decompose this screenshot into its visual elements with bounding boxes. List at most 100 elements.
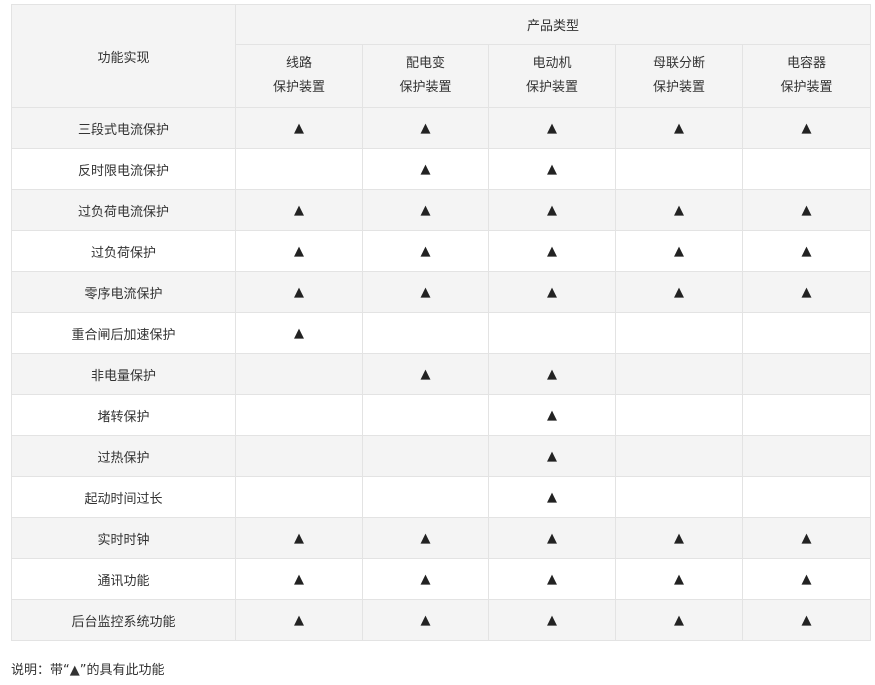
row-label: 堵转保护 bbox=[11, 394, 236, 436]
row-label: 过负荷电流保护 bbox=[11, 189, 236, 231]
triangle-mark-icon: ▲ bbox=[294, 202, 304, 218]
table-cell bbox=[741, 148, 872, 190]
column-header-line1: 配电变 bbox=[405, 56, 445, 71]
table-row: 三段式电流保护 ▲ ▲ ▲ ▲ ▲ bbox=[11, 107, 872, 149]
table-cell: ▲ bbox=[362, 271, 489, 313]
table-cell: ▲ bbox=[615, 271, 743, 313]
triangle-mark-icon: ▲ bbox=[801, 571, 812, 587]
table-cell bbox=[235, 435, 363, 477]
feature-table-container: 功能实现 产品类型 线路 保护装置 配电变 保护装置 电动机 保护装置 母联分断 保护装置 电容… bbox=[11, 4, 872, 641]
triangle-mark-icon: ▲ bbox=[294, 612, 304, 628]
triangle-mark-icon: ▲ bbox=[294, 325, 304, 341]
table-cell: ▲ bbox=[615, 517, 743, 559]
table-row: 非电量保护 ▲ ▲ bbox=[11, 353, 872, 395]
triangle-mark-icon: ▲ bbox=[420, 571, 431, 587]
row-label: 过热保护 bbox=[11, 435, 236, 477]
table-cell bbox=[741, 435, 872, 477]
table-cell: ▲ bbox=[362, 230, 489, 272]
triangle-mark-icon: ▲ bbox=[420, 161, 431, 177]
triangle-mark-icon: ▲ bbox=[294, 530, 304, 546]
triangle-mark-icon: ▲ bbox=[547, 448, 557, 464]
table-cell: ▲ bbox=[235, 271, 363, 313]
column-header-line2: 保护装置 bbox=[399, 80, 452, 95]
column-header-line1: 电容器 bbox=[787, 56, 827, 71]
triangle-mark-icon: ▲ bbox=[801, 612, 812, 628]
table-cell bbox=[362, 312, 489, 354]
table-cell: ▲ bbox=[362, 189, 489, 231]
table-row: 重合闸后加速保护 ▲ bbox=[11, 312, 872, 354]
row-label: 反时限电流保护 bbox=[11, 148, 236, 190]
table-cell: ▲ bbox=[741, 517, 872, 559]
table-cell: ▲ bbox=[488, 558, 616, 600]
product-type-header: 产品类型 bbox=[234, 4, 872, 45]
triangle-mark-icon: ▲ bbox=[674, 120, 684, 136]
triangle-mark-icon: ▲ bbox=[294, 284, 304, 300]
table-cell: ▲ bbox=[362, 353, 489, 395]
table-cell bbox=[615, 148, 743, 190]
table-cell: ▲ bbox=[488, 435, 616, 477]
triangle-mark-icon: ▲ bbox=[801, 530, 812, 546]
table-cell bbox=[615, 476, 743, 518]
triangle-mark-icon: ▲ bbox=[801, 243, 812, 259]
table-cell: ▲ bbox=[235, 558, 363, 600]
table-cell bbox=[615, 312, 743, 354]
row-label: 后台监控系统功能 bbox=[11, 599, 236, 641]
table-cell bbox=[235, 476, 363, 518]
triangle-mark-icon: ▲ bbox=[674, 612, 684, 628]
triangle-mark-icon: ▲ bbox=[547, 612, 557, 628]
triangle-mark-icon: ▲ bbox=[294, 243, 304, 259]
triangle-mark-icon: ▲ bbox=[801, 202, 812, 218]
triangle-mark-icon: ▲ bbox=[801, 120, 812, 136]
table-cell bbox=[362, 435, 489, 477]
table-cell: ▲ bbox=[615, 558, 743, 600]
triangle-mark-icon: ▲ bbox=[547, 284, 557, 300]
column-header-line2: 保护装置 bbox=[525, 80, 578, 95]
triangle-mark-icon: ▲ bbox=[294, 120, 304, 136]
triangle-mark-icon: ▲ bbox=[547, 366, 557, 382]
table-cell: ▲ bbox=[235, 189, 363, 231]
table-cell bbox=[488, 312, 616, 354]
table-cell bbox=[362, 394, 489, 436]
row-label: 通讯功能 bbox=[11, 558, 236, 600]
table-cell bbox=[235, 394, 363, 436]
triangle-mark-icon: ▲ bbox=[420, 202, 431, 218]
table-cell: ▲ bbox=[362, 599, 489, 641]
table-cell: ▲ bbox=[488, 394, 616, 436]
table-cell: ▲ bbox=[615, 230, 743, 272]
table-cell: ▲ bbox=[488, 599, 616, 641]
table-row: 后台监控系统功能 ▲ ▲ ▲ ▲ ▲ bbox=[11, 599, 872, 641]
table-cell: ▲ bbox=[488, 230, 616, 272]
table-cell: ▲ bbox=[362, 148, 489, 190]
triangle-mark-icon: ▲ bbox=[674, 243, 684, 259]
table-row: 起动时间过长 ▲ bbox=[11, 476, 872, 518]
table-cell: ▲ bbox=[362, 517, 489, 559]
corner-header: 功能实现 bbox=[11, 4, 236, 108]
column-header: 线路 保护装置 bbox=[235, 44, 363, 108]
table-row: 堵转保护 ▲ bbox=[11, 394, 872, 436]
table-row: 过负荷保护 ▲ ▲ ▲ ▲ ▲ bbox=[11, 230, 872, 272]
row-label: 实时时钟 bbox=[11, 517, 236, 559]
table-cell: ▲ bbox=[615, 107, 743, 149]
table-cell: ▲ bbox=[488, 189, 616, 231]
column-header-line2: 保护装置 bbox=[780, 80, 833, 95]
triangle-mark-icon: ▲ bbox=[547, 202, 557, 218]
table-cell: ▲ bbox=[362, 558, 489, 600]
table-cell bbox=[235, 353, 363, 395]
table-row: 过热保护 ▲ bbox=[11, 435, 872, 477]
column-header-line1: 电动机 bbox=[532, 56, 572, 71]
triangle-mark-icon: ▲ bbox=[674, 571, 684, 587]
triangle-mark-icon: ▲ bbox=[674, 284, 684, 300]
triangle-mark-icon: ▲ bbox=[420, 612, 431, 628]
row-label: 零序电流保护 bbox=[11, 271, 236, 313]
table-cell bbox=[741, 353, 872, 395]
table-cell: ▲ bbox=[488, 517, 616, 559]
table-cell bbox=[615, 353, 743, 395]
table-row: 通讯功能 ▲ ▲ ▲ ▲ ▲ bbox=[11, 558, 872, 600]
table-cell: ▲ bbox=[741, 599, 872, 641]
triangle-mark-icon: ▲ bbox=[420, 366, 431, 382]
column-header: 电动机 保护装置 bbox=[488, 44, 616, 108]
table-cell: ▲ bbox=[362, 107, 489, 149]
table-row: 零序电流保护 ▲ ▲ ▲ ▲ ▲ bbox=[11, 271, 872, 313]
row-label: 三段式电流保护 bbox=[11, 107, 236, 149]
table-cell bbox=[741, 312, 872, 354]
